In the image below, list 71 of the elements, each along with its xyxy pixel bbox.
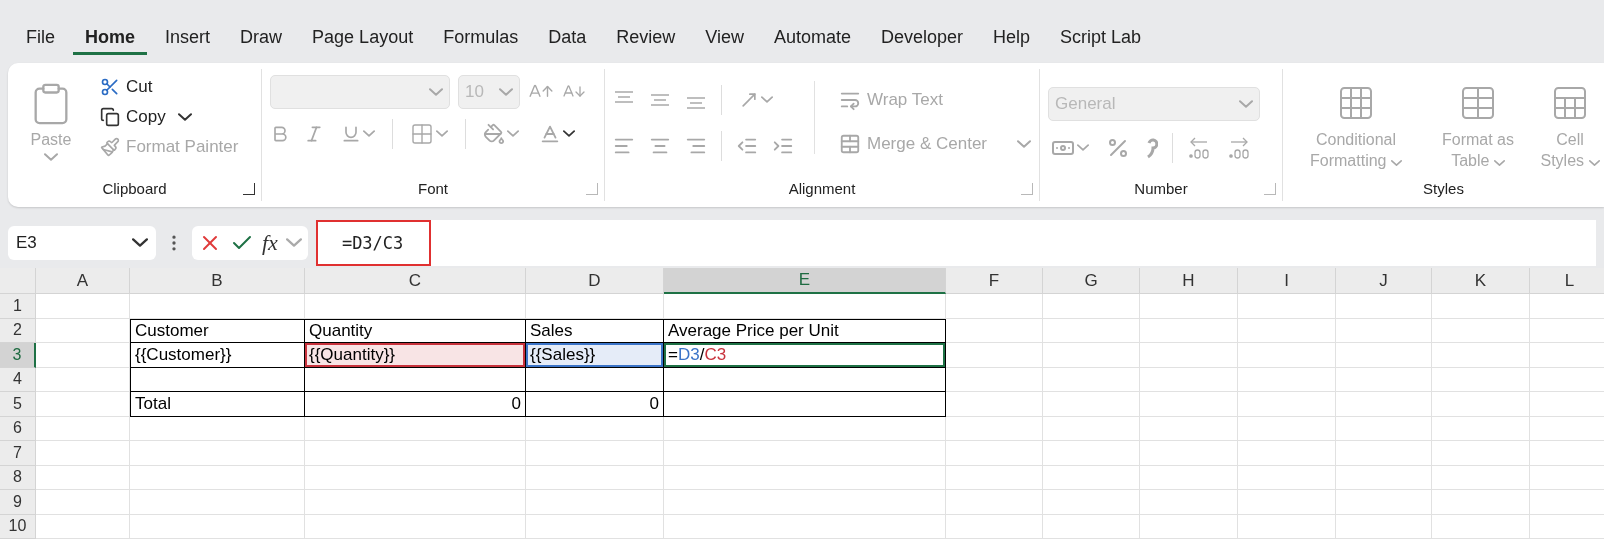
column-header[interactable]: K — [1432, 268, 1530, 294]
ribbon-tab[interactable]: Draw — [228, 26, 295, 55]
ribbon-tab[interactable]: Script Lab — [1048, 26, 1154, 55]
row-header[interactable]: 7 — [0, 441, 36, 466]
group-label: Number — [1134, 180, 1188, 198]
row-header[interactable]: 1 — [0, 294, 36, 319]
ribbon-tab[interactable]: Home — [73, 26, 148, 55]
ribbon-tab[interactable]: Automate — [761, 26, 863, 55]
name-box[interactable]: E3 — [8, 225, 156, 260]
ribbon-tab[interactable]: Data — [536, 26, 599, 55]
insert-function-button[interactable]: fx — [262, 229, 278, 256]
table-cell: 0 — [305, 392, 526, 417]
row-header[interactable]: 2 — [0, 318, 36, 343]
group-label: Clipboard — [102, 180, 167, 198]
chevron-down-icon[interactable] — [177, 112, 192, 121]
borders-icon[interactable] — [410, 121, 434, 146]
column-header[interactable]: L — [1530, 268, 1604, 294]
chevron-down-icon[interactable] — [563, 130, 575, 138]
table-cell: {{Customer}} — [130, 343, 305, 368]
column-header[interactable]: D — [526, 268, 664, 294]
column-header[interactable]: G — [1043, 268, 1140, 294]
column-header[interactable]: A — [36, 268, 130, 294]
ribbon-tab[interactable]: Review — [604, 26, 688, 55]
column-header[interactable]: C — [305, 268, 526, 294]
table-cell: =D3/C3 — [664, 343, 946, 368]
ribbon-tab[interactable]: Insert — [153, 26, 223, 55]
copy-button[interactable]: Copy — [96, 104, 170, 129]
row-header[interactable]: 3 — [0, 343, 36, 368]
cell-reference: E3 — [16, 232, 37, 253]
row-header[interactable]: 9 — [0, 490, 36, 515]
chevron-down-icon[interactable] — [132, 238, 148, 248]
group-label: Font — [418, 180, 448, 198]
table-cell: {{Quantity}} — [305, 343, 526, 368]
comma-style-icon[interactable] — [1144, 136, 1158, 159]
column-header[interactable]: J — [1336, 268, 1432, 294]
ribbon-tab[interactable]: View — [693, 26, 756, 55]
paint-bucket-icon[interactable] — [483, 122, 505, 145]
group-label: Alignment — [788, 180, 856, 198]
row-header[interactable]: 6 — [0, 416, 36, 441]
column-header[interactable]: I — [1238, 268, 1336, 294]
table-cell: Customer — [130, 318, 305, 343]
row-header[interactable]: 10 — [0, 514, 36, 539]
column-header[interactable]: B — [130, 268, 305, 294]
row-header[interactable]: 8 — [0, 465, 36, 490]
table-cell: Total — [130, 392, 305, 417]
ribbon-tab[interactable]: Developer — [869, 26, 976, 55]
table-cell: 0 — [526, 392, 664, 417]
column-header[interactable]: H — [1140, 268, 1238, 294]
ribbon-tab[interactable]: Page Layout — [300, 26, 426, 55]
formula-input[interactable]: =D3/C3 — [315, 219, 432, 266]
column-header[interactable]: F — [946, 268, 1043, 294]
select-all-corner[interactable] — [0, 268, 36, 294]
copy-icon — [100, 106, 120, 127]
row-header[interactable]: 4 — [0, 367, 36, 392]
ribbon-tab[interactable]: File — [14, 26, 67, 55]
paintbrush-icon — [100, 136, 120, 157]
column-header[interactable]: E — [664, 268, 946, 294]
table-cell: {{Sales}} — [526, 343, 664, 368]
table-cell: Sales — [526, 318, 664, 343]
ribbon-tab[interactable]: Formulas — [431, 26, 531, 55]
table-cell: Quantity — [305, 318, 526, 343]
italic-icon[interactable] — [304, 123, 324, 144]
row-header[interactable]: 5 — [0, 392, 36, 417]
cut-button[interactable]: Cut — [96, 74, 243, 99]
scissors-icon — [100, 76, 120, 97]
table-cell: Average Price per Unit — [664, 318, 946, 343]
merge-cells-icon — [839, 132, 861, 155]
dialog-launcher-icon[interactable] — [243, 183, 255, 196]
font-name-dropdown[interactable] — [270, 74, 450, 109]
ribbon-tab[interactable]: Help — [981, 26, 1043, 55]
group-label: Styles — [1423, 180, 1464, 198]
